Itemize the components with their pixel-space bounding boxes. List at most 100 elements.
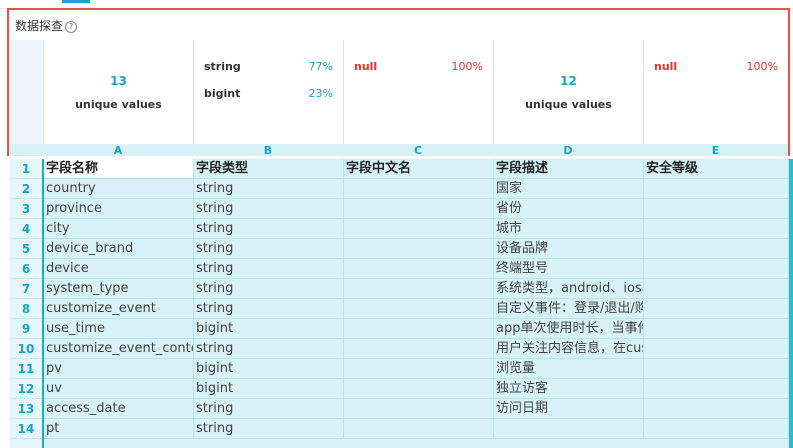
column-letter-a[interactable]: A xyxy=(43,144,193,157)
table-cell[interactable]: string xyxy=(194,239,344,259)
row-number[interactable]: 6 xyxy=(10,259,42,279)
table-cell[interactable]: use_time xyxy=(44,319,194,339)
card-col-e[interactable]: null 100% xyxy=(643,40,788,144)
table-cell[interactable]: city xyxy=(44,219,194,239)
table-cell[interactable] xyxy=(344,219,494,239)
table-cell[interactable]: pv xyxy=(44,359,194,379)
table-cell[interactable]: bigint xyxy=(194,319,344,339)
table-cell[interactable] xyxy=(344,359,494,379)
table-cell[interactable] xyxy=(344,379,494,399)
column-letter-e[interactable]: E xyxy=(643,144,788,157)
header-cell[interactable]: 安全等级 xyxy=(644,159,789,179)
table-cell[interactable]: 访问日期 xyxy=(494,399,644,419)
table-cell[interactable]: string xyxy=(194,339,344,359)
table-cell[interactable]: string xyxy=(194,219,344,239)
column-letter-d[interactable]: D xyxy=(493,144,643,157)
table-cell[interactable] xyxy=(644,179,789,199)
table-cell[interactable]: device_brand xyxy=(44,239,194,259)
table-cell[interactable]: province xyxy=(44,199,194,219)
table-cell[interactable] xyxy=(344,199,494,219)
header-cell[interactable]: 字段类型 xyxy=(194,159,344,179)
column-letter-c[interactable]: C xyxy=(343,144,493,157)
header-cell[interactable]: 字段名称 xyxy=(44,159,194,179)
table-cell[interactable] xyxy=(494,419,644,439)
table-cell[interactable] xyxy=(344,259,494,279)
card-col-b[interactable]: string 77% bigint 23% xyxy=(193,40,343,144)
table-cell[interactable]: string xyxy=(194,419,344,439)
table-cell[interactable]: string xyxy=(194,259,344,279)
data-explore-panel: 数据探查? 13 unique values string 77% bigint… xyxy=(7,8,790,157)
table-cell[interactable] xyxy=(344,239,494,259)
table-cell[interactable] xyxy=(644,219,789,239)
table-cell[interactable]: uv xyxy=(44,379,194,399)
row-number[interactable]: 12 xyxy=(10,379,42,399)
spreadsheet-grid: 1 字段名称 字段类型 字段中文名 字段描述 安全等级 2 country string 国家 3 p… xyxy=(10,159,793,448)
table-cell[interactable] xyxy=(344,279,494,299)
table-cell[interactable] xyxy=(644,359,789,379)
row-number[interactable]: 4 xyxy=(10,219,42,239)
table-cell[interactable]: 浏览量 xyxy=(494,359,644,379)
table-cell[interactable]: string xyxy=(194,399,344,419)
table-cell[interactable]: device xyxy=(44,259,194,279)
table-cell[interactable]: 用户关注内容信息，在customize_event为浏览和 xyxy=(494,339,644,359)
card-col-d[interactable]: 12 unique values xyxy=(493,40,643,144)
table-cell[interactable]: string xyxy=(194,179,344,199)
table-cell[interactable] xyxy=(344,299,494,319)
row-number[interactable]: 2 xyxy=(10,179,42,199)
table-cell[interactable]: 设备品牌 xyxy=(494,239,644,259)
help-icon[interactable]: ? xyxy=(65,21,78,33)
table-cell[interactable]: 独立访客 xyxy=(494,379,644,399)
table-cell[interactable] xyxy=(344,339,494,359)
row-number[interactable]: 3 xyxy=(10,199,42,219)
table-cell[interactable] xyxy=(344,319,494,339)
table-cell[interactable] xyxy=(644,399,789,419)
row-number[interactable]: 13 xyxy=(10,399,42,419)
column-letter-b[interactable]: B xyxy=(193,144,343,157)
table-cell[interactable]: 国家 xyxy=(494,179,644,199)
table-cell[interactable] xyxy=(644,299,789,319)
table-cell[interactable]: 系统类型，android、ios、ipad、windows_phon xyxy=(494,279,644,299)
row-number[interactable]: 9 xyxy=(10,319,42,339)
row-number[interactable]: 11 xyxy=(10,359,42,379)
table-cell[interactable]: string xyxy=(194,299,344,319)
row-number[interactable]: 10 xyxy=(10,339,42,359)
row-number[interactable]: 5 xyxy=(10,239,42,259)
table-cell[interactable] xyxy=(344,419,494,439)
table-cell[interactable]: pt xyxy=(44,419,194,439)
table-cell[interactable]: string xyxy=(194,279,344,299)
table-cell[interactable] xyxy=(644,319,789,339)
table-cell[interactable] xyxy=(644,199,789,219)
table-cell[interactable] xyxy=(644,279,789,299)
table-cell[interactable] xyxy=(644,339,789,359)
table-cell[interactable]: customize_event_content xyxy=(44,339,194,359)
table-cell[interactable]: customize_event xyxy=(44,299,194,319)
table-cell[interactable]: country xyxy=(44,179,194,199)
row-number[interactable]: 1 xyxy=(10,159,42,179)
table-cell[interactable] xyxy=(644,259,789,279)
table-cell[interactable]: bigint xyxy=(194,379,344,399)
header-cell[interactable]: 字段中文名 xyxy=(344,159,494,179)
null-label: null xyxy=(354,60,378,73)
column-letters: A B C D E xyxy=(9,144,788,157)
table-cell[interactable] xyxy=(344,399,494,419)
table-cell[interactable] xyxy=(344,179,494,199)
table-cell[interactable] xyxy=(644,379,789,399)
table-cell[interactable]: 城市 xyxy=(494,219,644,239)
table-cell[interactable]: 终端型号 xyxy=(494,259,644,279)
table-cell[interactable]: string xyxy=(194,199,344,219)
card-col-c[interactable]: null 100% xyxy=(343,40,493,144)
row-number[interactable]: 7 xyxy=(10,279,42,299)
table-cell[interactable]: app单次使用时长，当事件为退出、后台、切换 xyxy=(494,319,644,339)
header-cell[interactable]: 字段描述 xyxy=(494,159,644,179)
table-cell[interactable] xyxy=(644,419,789,439)
card-col-a[interactable]: 13 unique values xyxy=(43,40,193,144)
row-number[interactable]: 8 xyxy=(10,299,42,319)
table-cell[interactable] xyxy=(644,239,789,259)
table-cell[interactable]: 省份 xyxy=(494,199,644,219)
grid-scroll-edge[interactable] xyxy=(789,159,793,448)
table-cell[interactable]: bigint xyxy=(194,359,344,379)
table-cell[interactable]: 自定义事件：登录/退出/购买/注册/点击/后台/ xyxy=(494,299,644,319)
row-number[interactable]: 14 xyxy=(10,419,42,439)
table-cell[interactable]: access_date xyxy=(44,399,194,419)
table-cell[interactable]: system_type xyxy=(44,279,194,299)
